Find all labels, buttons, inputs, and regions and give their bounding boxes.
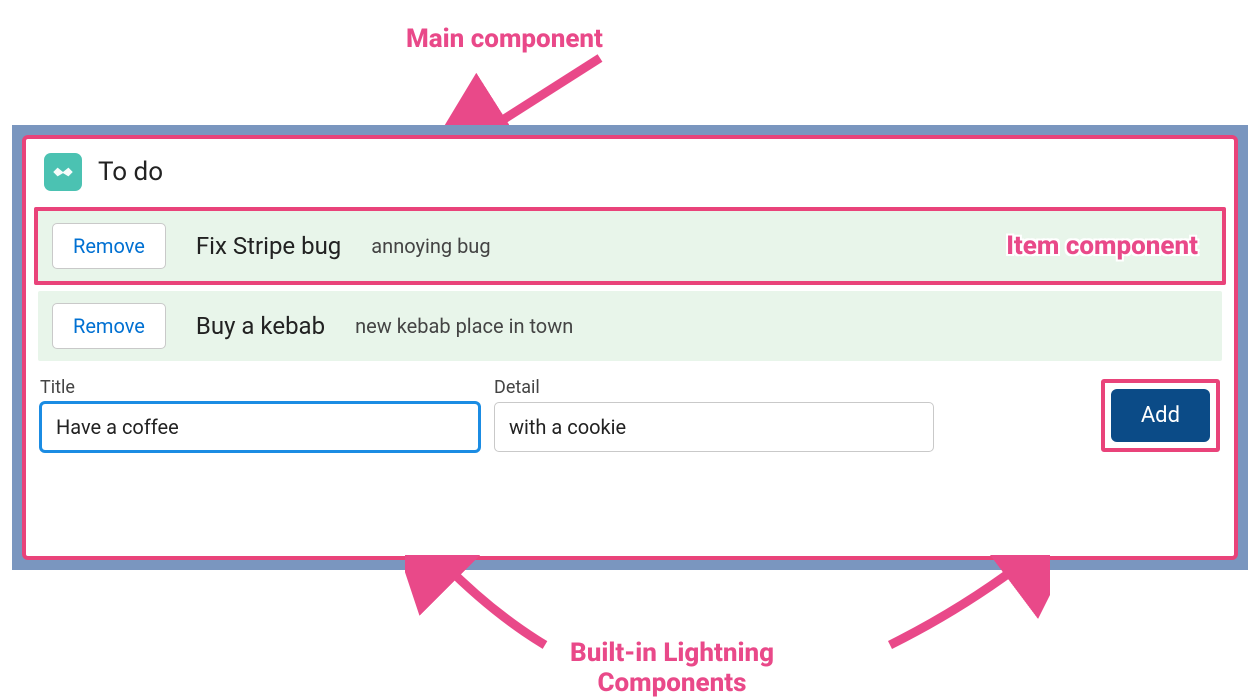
detail-input[interactable]: [494, 402, 934, 452]
background-frame: To do Remove Fix Stripe bug annoying bug…: [12, 125, 1248, 570]
remove-button[interactable]: Remove: [52, 303, 166, 349]
add-button[interactable]: Add: [1111, 389, 1210, 442]
item-detail: annoying bug: [371, 234, 490, 258]
todo-item: Remove Buy a kebab new kebab place in to…: [38, 291, 1222, 361]
form-row: Title Detail Add: [26, 367, 1234, 470]
item-detail: new kebab place in town: [355, 314, 573, 338]
annotation-builtin-components: Built-in Lightning Components: [570, 638, 774, 698]
handshake-icon: [44, 153, 82, 191]
item-title: Fix Stripe bug: [196, 232, 341, 260]
arrow-builtin-right: [870, 555, 1050, 655]
title-label: Title: [40, 377, 480, 398]
card-header: To do: [26, 139, 1234, 203]
detail-label: Detail: [494, 377, 934, 398]
add-button-highlight: Add: [1101, 379, 1220, 452]
detail-field-group: Detail: [494, 377, 934, 452]
annotation-item-component: Item component: [1006, 231, 1208, 261]
arrow-builtin-left: [405, 555, 585, 655]
card-title: To do: [98, 157, 163, 187]
todo-item: Remove Fix Stripe bug annoying bug Item …: [34, 207, 1226, 285]
title-input[interactable]: [40, 402, 480, 452]
remove-button[interactable]: Remove: [52, 223, 166, 269]
main-component-card: To do Remove Fix Stripe bug annoying bug…: [22, 135, 1238, 560]
title-field-group: Title: [40, 377, 480, 452]
item-title: Buy a kebab: [196, 312, 325, 340]
